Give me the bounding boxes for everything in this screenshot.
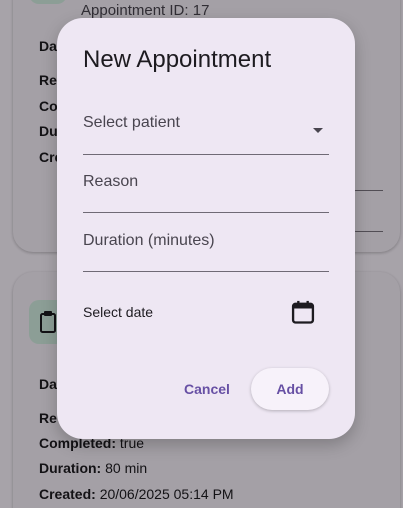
duration-field[interactable]: Duration (minutes) [83, 232, 329, 272]
patient-select[interactable]: Select patient [83, 114, 329, 155]
reason-field[interactable]: Reason [83, 173, 329, 213]
arrow-drop-down-icon [313, 128, 323, 133]
new-appointment-dialog: New Appointment Select patient Reason Du… [57, 18, 355, 439]
calendar-button[interactable] [289, 298, 317, 326]
reason-field-label: Reason [83, 173, 139, 190]
duration-field-label: Duration (minutes) [83, 232, 215, 249]
cancel-button[interactable]: Cancel [173, 368, 241, 410]
dialog-title: New Appointment [83, 46, 272, 73]
patient-select-label: Select patient [83, 114, 180, 131]
select-date-label: Select date [83, 304, 154, 320]
calendar-icon [291, 300, 315, 324]
dialog-actions: Cancel Add [57, 368, 355, 410]
add-button[interactable]: Add [251, 368, 329, 410]
